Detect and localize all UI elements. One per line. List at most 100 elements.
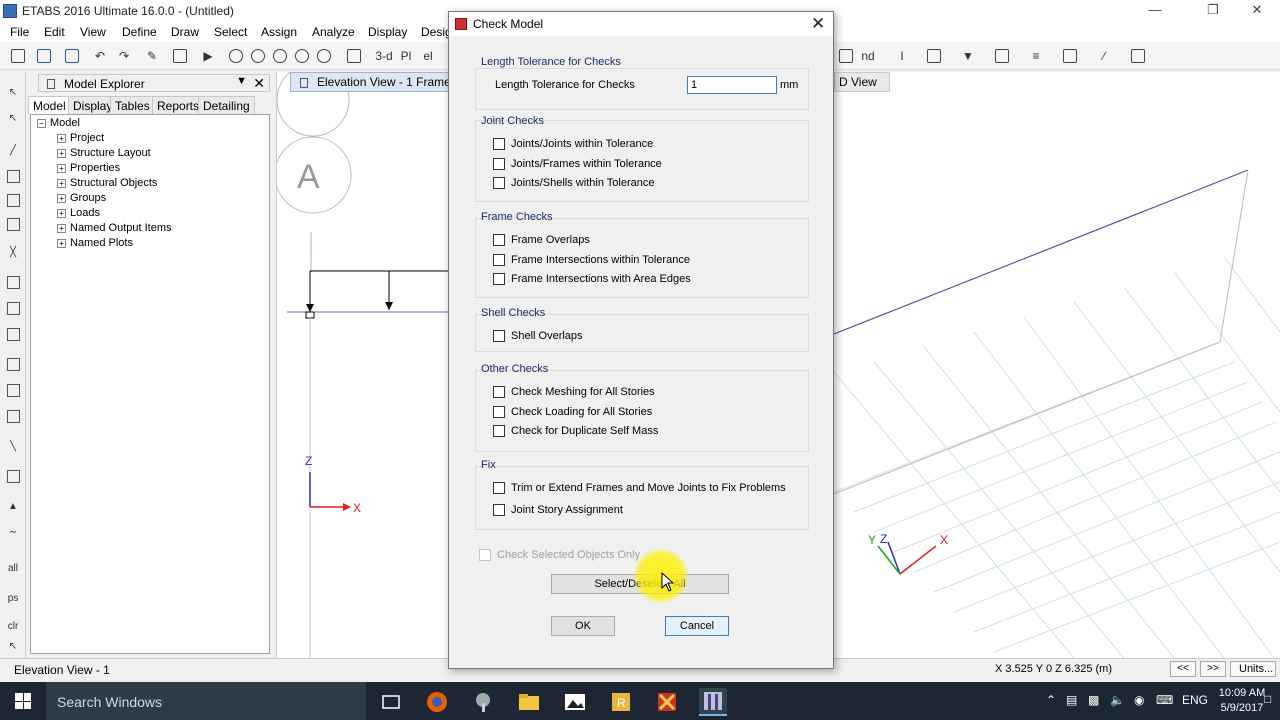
revit-app-icon[interactable]: R [607,688,635,716]
tree-node-named-plots[interactable]: + Named Plots [57,237,133,249]
pin-icon[interactable] [300,78,308,88]
frame-intersections-area-checkbox[interactable]: Frame Intersections with Area Edges [493,273,691,285]
grey-box-icon[interactable] [836,46,856,66]
expand-icon[interactable]: + [57,163,66,173]
check-meshing-checkbox[interactable]: Check Meshing for All Stories [493,386,655,398]
reshape-icon[interactable]: ↖ [3,108,23,128]
select-previous-icon[interactable]: ps [3,588,23,608]
draw-line-icon[interactable]: ╱ [3,140,23,160]
length-tolerance-input[interactable] [687,76,777,94]
zoom-out-icon[interactable] [270,46,290,66]
draw-beam-icon[interactable] [3,214,23,234]
elevation-view-tab[interactable]: Elevation View - 1 Frame Section [290,72,450,92]
select-all-icon[interactable]: all [3,558,23,578]
expand-icon[interactable]: + [57,178,66,188]
dialog-close-icon[interactable]: ✕ [811,14,825,34]
draw-poly-icon[interactable] [3,324,23,344]
file-explorer-icon[interactable] [515,688,543,716]
zoom-extents-icon[interactable] [292,46,312,66]
draw-point-icon[interactable]: ▲ [3,496,23,516]
3d-view-canvas[interactable]: Y Z X [833,72,1280,659]
expand-icon[interactable]: + [57,148,66,158]
draw-wall-icon[interactable] [3,354,23,374]
clear-selection-icon[interactable]: clr [3,616,23,636]
menu-file[interactable]: File [10,25,29,39]
system-clock[interactable]: 10:09 AM 5/9/2017 [1214,686,1270,716]
taskbar-search[interactable]: Search Windows [46,682,366,720]
run-analysis-icon[interactable]: ▶ [198,46,218,66]
filter-icon[interactable]: ▼ [958,46,978,66]
joints-joints-checkbox[interactable]: Joints/Joints within Tolerance [493,138,653,150]
tree-node-model[interactable]: − Model [37,117,80,129]
menu-view[interactable]: View [80,25,106,39]
firefox-icon[interactable] [423,688,451,716]
draw-slab-icon[interactable] [3,406,23,426]
tree-node-structural-objects[interactable]: + Structural Objects [57,177,157,189]
etabs-taskbar-icon[interactable] [699,688,727,716]
tree-node-structure-layout[interactable]: + Structure Layout [57,147,151,159]
plan-view-button[interactable]: Pl [396,46,416,66]
select-box-icon[interactable] [924,46,944,66]
menu-edit[interactable]: Edit [44,25,65,39]
pin-icon[interactable] [47,79,55,89]
previous-view-button[interactable]: << [1170,661,1196,677]
draw-spring-icon[interactable]: ∼ [3,522,23,542]
get-previous-icon[interactable]: ↖ [3,636,23,656]
zoom-previous-icon[interactable] [314,46,334,66]
color-icon[interactable]: ∕ [1094,46,1114,66]
frame-overlaps-checkbox[interactable]: Frame Overlaps [493,234,590,246]
frame-icon[interactable] [992,46,1012,66]
menu-define[interactable]: Define [122,25,157,39]
restore-icon[interactable]: ❐ [1198,2,1228,20]
menu-analyze[interactable]: Analyze [312,25,355,39]
open-icon[interactable] [34,46,54,66]
tab-tables[interactable]: Tables [110,96,155,114]
tool-app-icon[interactable] [469,688,497,716]
tree-node-named-output-items[interactable]: + Named Output Items [57,222,172,234]
photos-icon[interactable] [561,688,589,716]
joints-shells-checkbox[interactable]: Joints/Shells within Tolerance [493,177,654,189]
pencil-icon[interactable]: ✎ [142,46,162,66]
menu-assign[interactable]: Assign [261,25,297,39]
menu-select[interactable]: Select [214,25,247,39]
sap-app-icon[interactable] [653,688,681,716]
start-button[interactable] [0,682,46,720]
draw-rect-icon[interactable] [3,298,23,318]
next-view-button[interactable]: >> [1200,661,1226,677]
draw-frame-icon[interactable] [3,166,23,186]
tab-model[interactable]: Model [28,96,71,114]
draw-opening-icon[interactable] [3,380,23,400]
trim-extend-frames-checkbox[interactable]: Trim or Extend Frames and Move Joints to… [493,482,786,494]
save-icon[interactable] [62,46,82,66]
zoom-in-icon[interactable] [248,46,268,66]
volume-icon[interactable]: 🔈 [1110,693,1125,707]
units-button[interactable]: Units... [1230,661,1276,677]
dropdown-icon[interactable]: ▼ [236,75,247,87]
elevation-view-button[interactable]: el [418,46,438,66]
draw-area-icon[interactable] [3,272,23,292]
frame-intersections-tolerance-checkbox[interactable]: Frame Intersections within Tolerance [493,254,690,266]
collapse-icon[interactable]: − [37,118,46,128]
3d-view-tab[interactable]: D View [834,72,890,92]
expand-icon[interactable]: + [57,208,66,218]
battery-icon[interactable]: ▩ [1088,693,1099,707]
draw-column-icon[interactable] [3,190,23,210]
lock-icon[interactable] [170,46,190,66]
tree-node-loads[interactable]: + Loads [57,207,100,219]
action-center-icon[interactable]: □ [1264,692,1271,706]
undo-icon[interactable]: ↶ [90,46,110,66]
link-icon[interactable]: ≡ [1026,46,1046,66]
tray-expand-icon[interactable]: ⌃ [1046,693,1056,707]
align-icon[interactable] [1060,46,1080,66]
network-icon[interactable]: ▤ [1066,693,1077,707]
check-loading-checkbox[interactable]: Check Loading for All Stories [493,406,652,418]
minimize-icon[interactable]: — [1140,2,1170,20]
expand-icon[interactable]: + [57,223,66,233]
joint-story-assignment-checkbox[interactable]: Joint Story Assignment [493,504,623,516]
tab-detailing[interactable]: Detailing [198,96,255,114]
expand-icon[interactable]: + [57,193,66,203]
close-window-icon[interactable]: ✕ [1242,2,1272,20]
zoom-window-icon[interactable] [226,46,246,66]
pointer-icon[interactable]: ↖ [3,82,23,102]
tree-node-groups[interactable]: + Groups [57,192,106,204]
